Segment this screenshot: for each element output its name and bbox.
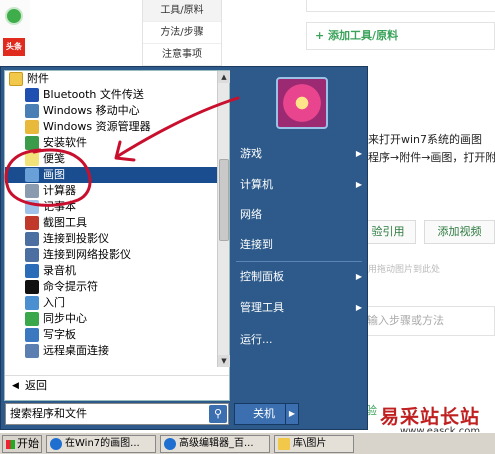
- program-item[interactable]: 命令提示符: [5, 279, 217, 295]
- program-item[interactable]: Windows 移动中心: [5, 103, 217, 119]
- scroll-up-icon[interactable]: ▲: [218, 71, 230, 83]
- sync-center-icon: [25, 312, 39, 326]
- menu-item-control-panel[interactable]: 控制面板 ▶: [234, 266, 366, 288]
- step-nav: 工具/原料 方法/步骤 注意事项: [142, 0, 222, 66]
- program-item[interactable]: 记事本: [5, 199, 217, 215]
- cmd-icon: [25, 280, 39, 294]
- folder-icon: [9, 72, 23, 86]
- program-item-paint[interactable]: 画图: [5, 167, 217, 183]
- chevron-right-icon: ▶: [355, 272, 362, 281]
- program-item[interactable]: Windows 资源管理器: [5, 119, 217, 135]
- left-icon-strip: 头条: [0, 0, 30, 66]
- taskbar-item[interactable]: 库\图片: [274, 435, 354, 453]
- program-item[interactable]: 录音机: [5, 263, 217, 279]
- programs-pane: 附件 Bluetooth 文件传送 Windows 移动中心 Windows 资…: [4, 70, 230, 401]
- paint-icon: [25, 168, 39, 182]
- search-placeholder: 搜索程序和文件: [10, 407, 87, 420]
- sticky-notes-icon: [25, 152, 39, 166]
- chevron-right-icon: ▶: [355, 149, 362, 158]
- menu-item-computer[interactable]: 计算机 ▶: [234, 174, 366, 196]
- program-item[interactable]: 计算器: [5, 183, 217, 199]
- clock-icon[interactable]: [5, 7, 23, 25]
- add-video-button[interactable]: 添加视频: [424, 220, 495, 244]
- user-avatar[interactable]: [276, 77, 328, 129]
- scroll-down-icon[interactable]: ▼: [218, 355, 230, 367]
- windows-logo-icon: [6, 440, 15, 449]
- program-item[interactable]: 入门: [5, 295, 217, 311]
- menu-divider: [236, 261, 362, 262]
- places-pane: 游戏 ▶ 计算机 ▶ 网络 连接到 控制面板 ▶ 管理工具 ▶ 运行...: [230, 67, 368, 401]
- program-item[interactable]: 截图工具: [5, 215, 217, 231]
- add-tool-button[interactable]: + 添加工具/原料: [306, 22, 495, 50]
- back-button[interactable]: ◀ 返回: [5, 375, 229, 395]
- ie-icon: [50, 438, 62, 450]
- scrollbar-thumb[interactable]: [219, 159, 229, 241]
- menu-item-admin-tools[interactable]: 管理工具 ▶: [234, 297, 366, 319]
- remote-desktop-icon: [25, 344, 39, 358]
- taskbar-item[interactable]: 高级编辑器_百...: [160, 435, 270, 453]
- toutiao-icon[interactable]: 头条: [3, 38, 25, 56]
- snipping-tool-icon: [25, 216, 39, 230]
- projector-icon: [25, 232, 39, 246]
- step-nav-method[interactable]: 方法/步骤: [143, 22, 221, 44]
- watermark-logo: 易采站长站: [380, 406, 481, 428]
- program-folder-accessories[interactable]: 附件: [5, 71, 217, 87]
- getting-started-icon: [25, 296, 39, 310]
- taskbar: 开始 在Win7的画图... 高级编辑器_百... 库\图片: [0, 432, 495, 454]
- start-button[interactable]: 开始: [2, 435, 42, 453]
- shutdown-options-icon[interactable]: ▶: [285, 403, 299, 425]
- install-icon: [25, 136, 39, 150]
- program-item[interactable]: 写字板: [5, 327, 217, 343]
- drop-image-hint: 用拖动图片到此处: [368, 265, 441, 275]
- menu-item-connect-to[interactable]: 连接到: [234, 234, 366, 256]
- program-item[interactable]: 连接到网络投影仪: [5, 247, 217, 263]
- explorer-icon: [25, 120, 39, 134]
- program-item[interactable]: 远程桌面连接: [5, 343, 217, 359]
- program-item[interactable]: 连接到投影仪: [5, 231, 217, 247]
- back-arrow-icon: ◀: [12, 381, 19, 391]
- chevron-right-icon: ▶: [355, 180, 362, 189]
- program-item[interactable]: 同步中心: [5, 311, 217, 327]
- bluetooth-icon: [25, 88, 39, 102]
- step-nav-notes[interactable]: 注意事项: [143, 44, 221, 66]
- program-scrollbar[interactable]: ▲ ▼: [217, 71, 230, 367]
- search-input[interactable]: 搜索程序和文件 ⚲: [5, 403, 229, 425]
- wordpad-icon: [25, 328, 39, 342]
- search-icon[interactable]: ⚲: [209, 405, 227, 423]
- program-list: 附件 Bluetooth 文件传送 Windows 移动中心 Windows 资…: [5, 71, 217, 367]
- chevron-right-icon: ▶: [355, 303, 362, 312]
- program-item[interactable]: Bluetooth 文件传送: [5, 87, 217, 103]
- menu-item-games[interactable]: 游戏 ▶: [234, 143, 366, 165]
- program-item[interactable]: 便笺: [5, 151, 217, 167]
- ie-icon: [164, 438, 176, 450]
- taskbar-item[interactable]: 在Win7的画图...: [46, 435, 156, 453]
- editor-top-field[interactable]: [306, 0, 495, 12]
- folder-icon: [278, 438, 290, 450]
- quote-button[interactable]: 验引用: [360, 220, 416, 244]
- step-nav-tools[interactable]: 工具/原料: [143, 0, 221, 22]
- network-projector-icon: [25, 248, 39, 262]
- editor-text-line: 来打开win7系统的画图: [368, 133, 483, 146]
- editor-text-line: 程序→附件→画图，打开附: [368, 151, 495, 164]
- sound-recorder-icon: [25, 264, 39, 278]
- menu-item-network[interactable]: 网络: [234, 204, 366, 226]
- mobility-center-icon: [25, 104, 39, 118]
- calculator-icon: [25, 184, 39, 198]
- step-input[interactable]: 输入步骤或方法: [360, 306, 495, 336]
- start-menu: 附件 Bluetooth 文件传送 Windows 移动中心 Windows 资…: [0, 66, 368, 430]
- menu-item-run[interactable]: 运行...: [234, 329, 366, 351]
- notepad-icon: [25, 200, 39, 214]
- program-item[interactable]: 安装软件: [5, 135, 217, 151]
